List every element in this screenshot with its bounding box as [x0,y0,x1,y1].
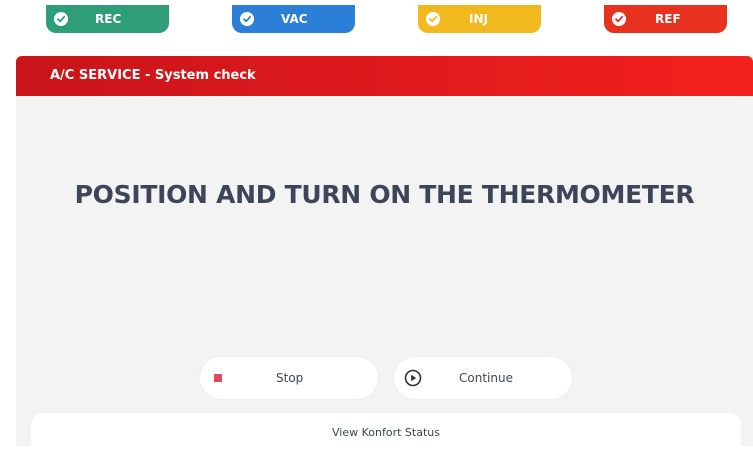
status-tab-label: VAC [281,12,308,26]
status-tab-ref[interactable]: REF [604,5,727,33]
stop-button[interactable]: Stop [200,357,378,399]
panel-title: A/C SERVICE - System check [50,68,256,83]
check-icon [426,12,440,26]
check-icon [612,12,626,26]
status-tab-inj[interactable]: INJ [418,5,541,33]
status-tab-vac[interactable]: VAC [232,5,355,33]
stop-icon [214,374,222,382]
status-tab-label: INJ [469,12,488,26]
system-check-panel: A/C SERVICE - System check POSITION AND … [16,56,753,446]
continue-button[interactable]: Continue [394,357,572,399]
check-icon [54,12,68,26]
status-tab-rec[interactable]: REC [46,5,169,33]
check-icon [240,12,254,26]
konfort-status-bar[interactable]: View Konfort Status [31,413,741,453]
play-circle-icon [404,369,422,387]
panel-header: A/C SERVICE - System check [16,56,753,96]
konfort-status-label: View Konfort Status [332,426,440,439]
continue-button-label: Continue [459,371,513,385]
status-tab-label: REC [95,12,122,26]
status-tab-label: REF [655,12,681,26]
instruction-text: POSITION AND TURN ON THE THERMOMETER [74,180,695,209]
stop-button-label: Stop [276,371,304,385]
